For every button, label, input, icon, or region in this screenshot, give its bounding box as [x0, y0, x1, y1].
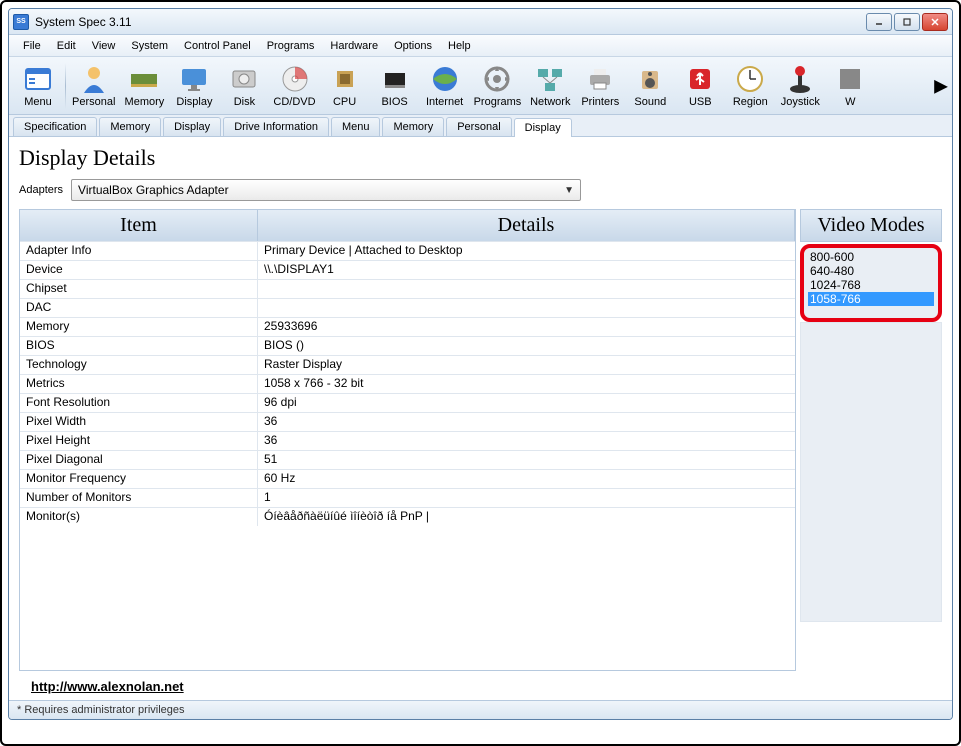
status-bar: * Requires administrator privileges [9, 700, 952, 719]
toolbar-cpu[interactable]: CPU [320, 59, 370, 113]
menu-edit[interactable]: Edit [49, 38, 84, 54]
memory-icon [128, 63, 160, 95]
tab-display-7[interactable]: Display [514, 118, 572, 137]
toolbar-w[interactable]: W [825, 59, 875, 113]
toolbar-usb[interactable]: USB [675, 59, 725, 113]
column-video-modes: Video Modes [800, 209, 942, 242]
menu-control-panel[interactable]: Control Panel [176, 38, 259, 54]
w-icon [834, 63, 866, 95]
table-row: Pixel Diagonal51 [20, 450, 795, 469]
menu-file[interactable]: File [15, 38, 49, 54]
disk-icon [228, 63, 260, 95]
table-row: Device\\.\DISPLAY1 [20, 260, 795, 279]
toolbar-sound[interactable]: Sound [625, 59, 675, 113]
close-button[interactable] [922, 13, 948, 31]
column-item: Item [20, 210, 258, 241]
table-row: TechnologyRaster Display [20, 355, 795, 374]
table-row: Adapter InfoPrimary Device | Attached to… [20, 241, 795, 260]
table-row: BIOSBIOS () [20, 336, 795, 355]
menu-options[interactable]: Options [386, 38, 440, 54]
printers-icon [584, 63, 616, 95]
programs-icon [481, 63, 513, 95]
toolbar-display[interactable]: Display [169, 59, 219, 113]
tab-personal-6[interactable]: Personal [446, 117, 511, 136]
toolbar-cd[interactable]: CD/DVD [269, 59, 319, 113]
toolbar-personal[interactable]: Personal [68, 59, 119, 113]
tab-strip: SpecificationMemoryDisplayDrive Informat… [9, 115, 952, 137]
adapters-value: VirtualBox Graphics Adapter [78, 183, 229, 197]
joystick-icon [784, 63, 816, 95]
video-mode-item[interactable]: 1024-768 [808, 278, 934, 292]
toolbar: MenuPersonalMemoryDisplayDiskCD/DVDCPUBI… [9, 57, 952, 115]
toolbar-bios[interactable]: BIOS [370, 59, 420, 113]
website-link[interactable]: http://www.alexnolan.net [19, 679, 942, 694]
usb-icon [684, 63, 716, 95]
display-icon [178, 63, 210, 95]
tab-memory-5[interactable]: Memory [382, 117, 444, 136]
menu-programs[interactable]: Programs [259, 38, 323, 54]
menu-hardware[interactable]: Hardware [322, 38, 386, 54]
column-details: Details [258, 210, 795, 241]
table-row: Pixel Width36 [20, 412, 795, 431]
menu-help[interactable]: Help [440, 38, 479, 54]
details-table: Item Details Adapter InfoPrimary Device … [19, 209, 796, 671]
toolbar-memory[interactable]: Memory [119, 59, 169, 113]
chevron-down-icon: ▼ [564, 185, 574, 196]
table-row: DAC [20, 298, 795, 317]
tab-specification-0[interactable]: Specification [13, 117, 97, 136]
table-row: Metrics1058 x 766 - 32 bit [20, 374, 795, 393]
table-row: Pixel Height36 [20, 431, 795, 450]
toolbar-programs[interactable]: Programs [470, 59, 526, 113]
cd-icon [279, 63, 311, 95]
toolbar-region[interactable]: Region [725, 59, 775, 113]
region-icon [734, 63, 766, 95]
menubar: FileEditViewSystemControl PanelProgramsH… [9, 35, 952, 57]
titlebar: SS System Spec 3.11 [9, 9, 952, 35]
toolbar-menu[interactable]: Menu [13, 59, 63, 113]
menu-system[interactable]: System [123, 38, 176, 54]
toolbar-scroll-right[interactable]: ▶ [934, 75, 948, 96]
video-modes-list[interactable]: 800-600640-4801024-7681058-766 [800, 244, 942, 322]
bios-icon [379, 63, 411, 95]
minimize-button[interactable] [866, 13, 892, 31]
video-modes-empty [800, 322, 942, 622]
tab-drive-information-3[interactable]: Drive Information [223, 117, 329, 136]
adapters-label: Adapters [19, 184, 63, 196]
table-row: Font Resolution96 dpi [20, 393, 795, 412]
table-row: Chipset [20, 279, 795, 298]
network-icon [534, 63, 566, 95]
toolbar-network[interactable]: Network [525, 59, 575, 113]
table-row: Memory25933696 [20, 317, 795, 336]
toolbar-joystick[interactable]: Joystick [775, 59, 825, 113]
window-title: System Spec 3.11 [35, 15, 866, 29]
toolbar-disk[interactable]: Disk [219, 59, 269, 113]
app-icon: SS [13, 14, 29, 30]
table-row: Monitor Frequency60 Hz [20, 469, 795, 488]
video-mode-item[interactable]: 800-600 [808, 250, 934, 264]
video-mode-item[interactable]: 640-480 [808, 264, 934, 278]
menu-icon [22, 63, 54, 95]
table-row: Monitor(s)Óíèâåðñàëüíûé ìîíèòîð íå PnP | [20, 507, 795, 526]
tab-menu-4[interactable]: Menu [331, 117, 381, 136]
internet-icon [429, 63, 461, 95]
menu-view[interactable]: View [84, 38, 124, 54]
cpu-icon [329, 63, 361, 95]
toolbar-internet[interactable]: Internet [420, 59, 470, 113]
adapters-combo[interactable]: VirtualBox Graphics Adapter ▼ [71, 179, 581, 201]
personal-icon [78, 63, 110, 95]
maximize-button[interactable] [894, 13, 920, 31]
video-mode-item[interactable]: 1058-766 [808, 292, 934, 306]
tab-memory-1[interactable]: Memory [99, 117, 161, 136]
page-heading: Display Details [19, 145, 942, 171]
sound-icon [634, 63, 666, 95]
toolbar-printers[interactable]: Printers [575, 59, 625, 113]
table-row: Number of Monitors1 [20, 488, 795, 507]
tab-display-2[interactable]: Display [163, 117, 221, 136]
